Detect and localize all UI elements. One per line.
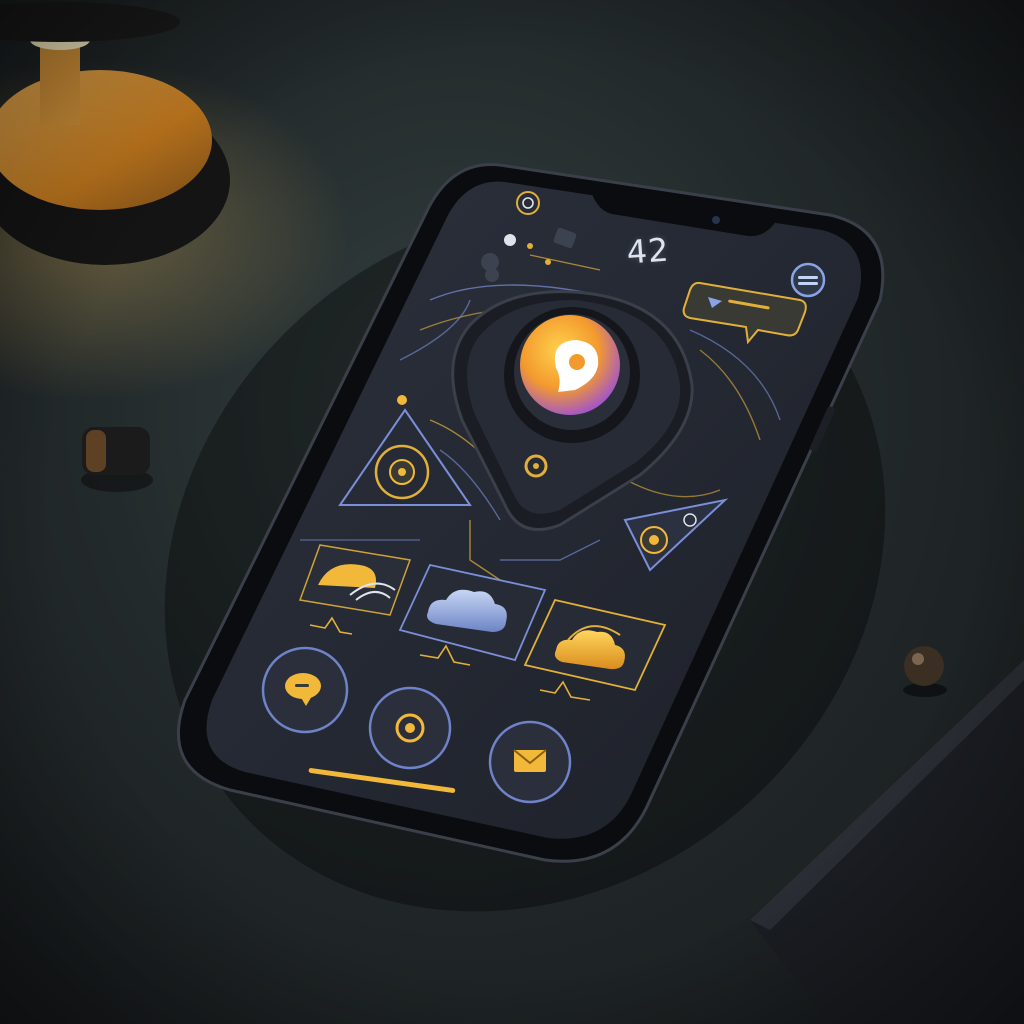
status-counter: 42 [625,230,671,272]
vignette [0,0,1024,1024]
scene [0,0,1024,1024]
